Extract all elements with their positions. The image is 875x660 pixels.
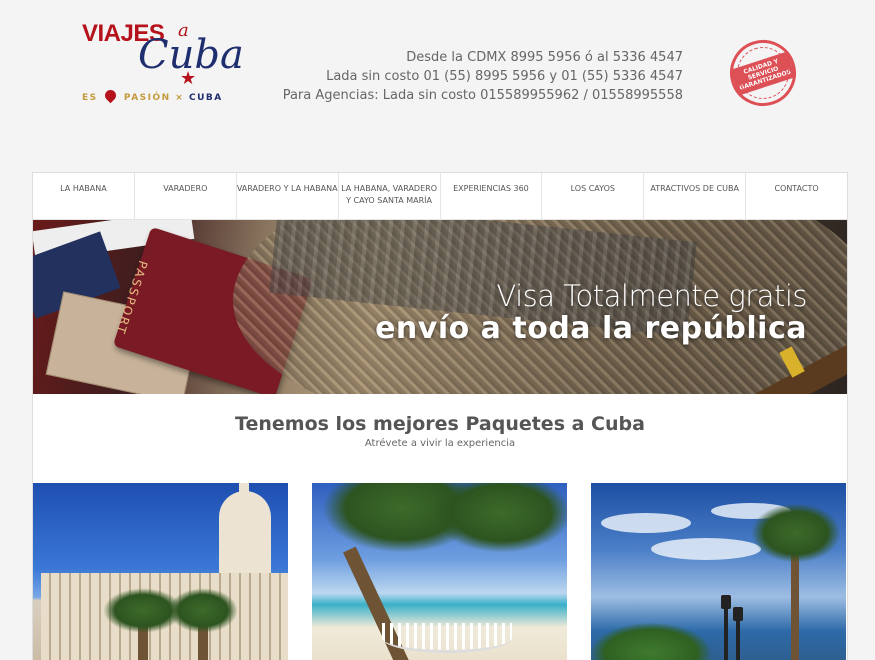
logo-tagline: ES PASIÓN × CUBA	[82, 87, 223, 104]
logo-tagline-left: ES	[82, 93, 98, 103]
hero-banner[interactable]: PASSPORT Visa Totalmente gratis envío a …	[33, 220, 847, 394]
package-cards	[33, 483, 849, 660]
contact-info: Desde la CDMX 8995 5956 ó al 5336 4547 L…	[283, 48, 683, 105]
nav-item-experiencias-360[interactable]: EXPERIENCIAS 360	[441, 173, 543, 219]
site-logo[interactable]: VIAJES a Cuba ★ ES PASIÓN × CUBA	[80, 18, 244, 108]
palm-fronds-image	[168, 588, 238, 633]
seal-text: CALIDAD Y SERVICIO GARANTIZADOS	[730, 50, 796, 96]
lamp-head-image	[721, 595, 731, 609]
contact-line-lada: Lada sin costo 01 (55) 8995 5956 y 01 (5…	[326, 69, 683, 84]
main-content: LA HABANA VARADERO VARADERO Y LA HABANA …	[32, 172, 848, 660]
nav-item-los-cayos[interactable]: LOS CAYOS	[542, 173, 645, 219]
map-pin-icon	[103, 87, 119, 104]
capitol-dome-image	[219, 491, 271, 581]
section-title: Tenemos los mejores Paquetes a Cuba	[235, 413, 645, 435]
star-icon: ★	[180, 68, 197, 89]
main-nav: LA HABANA VARADERO VARADERO Y LA HABANA …	[33, 173, 847, 220]
nav-item-varadero-y-la-habana[interactable]: VARADERO Y LA HABANA	[237, 173, 339, 219]
lamp-head-image	[733, 607, 743, 621]
quality-seal-stamp: CALIDAD Y SERVICIO GARANTIZADOS	[721, 31, 805, 115]
package-card-cayos[interactable]	[591, 483, 846, 660]
passport-label: PASSPORT	[112, 258, 151, 337]
nav-item-habana-varadero-cayo[interactable]: LA HABANA, VARADERO Y CAYO SANTA MARÍA	[339, 173, 441, 219]
banner-line-visa: Visa Totalmente gratis	[496, 279, 807, 313]
contact-line-agencias: Para Agencias: Lada sin costo 0155899559…	[282, 88, 683, 103]
palm-fronds-image	[751, 503, 841, 563]
hammock-image	[382, 623, 512, 653]
street-lamp-image	[724, 608, 728, 660]
banner-headline: Visa Totalmente gratis envío a toda la r…	[375, 280, 807, 346]
banner-line-envio: envío a toda la república	[375, 311, 807, 346]
package-card-varadero[interactable]	[312, 483, 567, 660]
contact-line-cdmx: Desde la CDMX 8995 5956 ó al 5336 4547	[406, 50, 683, 65]
logo-tagline-mid: PASIÓN ×	[123, 93, 189, 103]
cloud-image	[601, 513, 691, 533]
nav-item-varadero[interactable]: VARADERO	[135, 173, 237, 219]
street-lamp-image	[736, 618, 740, 660]
package-card-habana[interactable]	[33, 483, 288, 660]
shrub-image	[591, 623, 711, 660]
nav-item-atractivos[interactable]: ATRACTIVOS DE CUBA	[644, 173, 747, 219]
cloud-image	[651, 538, 761, 560]
logo-tagline-right: CUBA	[188, 93, 223, 103]
section-subtitle: Atrévete a vivir la experiencia	[364, 438, 516, 449]
nav-item-contacto[interactable]: CONTACTO	[746, 173, 847, 219]
nav-item-la-habana[interactable]: LA HABANA	[33, 173, 135, 219]
